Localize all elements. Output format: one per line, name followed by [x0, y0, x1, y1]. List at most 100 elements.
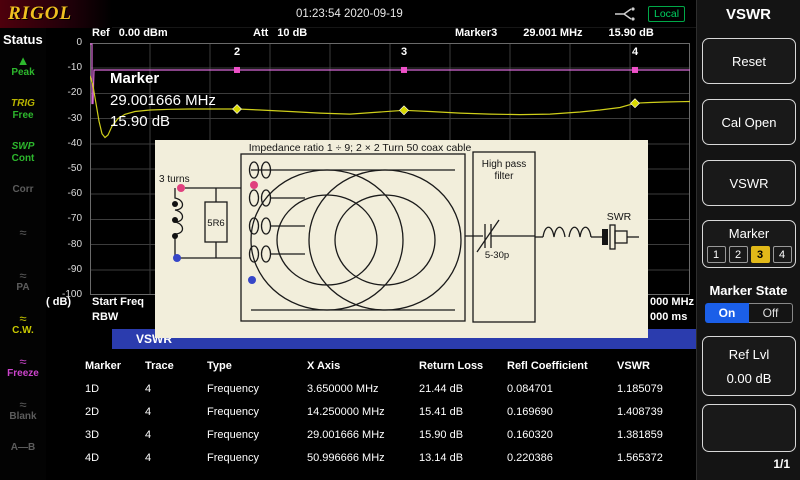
y-axis-tick: -40: [44, 138, 82, 149]
table-header-cell: Marker: [80, 360, 140, 372]
reset-button[interactable]: Reset: [702, 38, 796, 84]
status-label: Free: [12, 110, 33, 122]
status-item-corr: Corr: [0, 184, 46, 196]
ref-lvl-label: Ref Lvl: [729, 347, 769, 362]
status-item-cw: ≈C.W.: [0, 313, 46, 337]
filter-label-2: filter: [495, 171, 515, 182]
status-label: Cont: [12, 153, 35, 165]
rigol-logo: RIGOL: [0, 0, 112, 28]
status-item-freeze: ≈Freeze: [0, 356, 46, 380]
table-row: 4D4Frequency50.996666 MHz13.14 dB0.22038…: [80, 446, 692, 469]
attenuation-readout: Att 10 dB: [253, 27, 307, 39]
table-row: 3D4Frequency29.001666 MHz15.90 dB0.16032…: [80, 423, 692, 446]
table-cell: 4: [140, 429, 202, 441]
table-cell: 50.996666 MHz: [302, 452, 414, 464]
marker-number-options: 1 2 3 4: [707, 246, 792, 263]
marker-info-title: Marker: [110, 70, 216, 87]
marker-info-amp: 15.90 dB: [110, 113, 216, 130]
table-cell: 1.408739: [612, 406, 690, 418]
status-item-swp-cont: SWPCont: [0, 141, 46, 165]
y-axis-tick: 0: [44, 37, 82, 48]
status-label: Freeze: [7, 368, 39, 380]
cal-open-button[interactable]: Cal Open: [702, 99, 796, 145]
marker-readout: Marker3 29.001 MHz 15.90 dB: [455, 27, 654, 39]
local-badge: Local: [648, 6, 685, 22]
y-axis-tick: -30: [44, 113, 82, 124]
ref-value: 0.00 dBm: [119, 27, 168, 39]
connector-pin: [602, 229, 608, 245]
table-cell: 4: [140, 406, 202, 418]
table-header-row: MarkerTraceTypeX AxisReturn LossRefl Coe…: [80, 355, 692, 377]
stop-freq-fragment: 000 MHz: [650, 296, 694, 308]
marker-state-on[interactable]: On: [705, 303, 749, 323]
status-item-blank: ≈Blank: [0, 399, 46, 423]
resistor-label: 5R6: [207, 218, 224, 229]
ref-level-readout: Ref 0.00 dBm: [92, 27, 168, 39]
box-cold-dot: [248, 276, 256, 284]
sweep-time-fragment: 000 ms: [650, 311, 687, 323]
table-cell: 4D: [80, 452, 140, 464]
marker-info-box: Marker 29.001666 MHz 15.90 dB: [110, 70, 216, 134]
table-cell: 0.169690: [502, 406, 612, 418]
blank-icon: ≈: [19, 399, 26, 411]
cap-label: 5-30p: [485, 250, 509, 261]
table-header-cell: X Axis: [302, 360, 414, 372]
table-cell: 14.250000 MHz: [302, 406, 414, 418]
empty-button[interactable]: [702, 404, 796, 452]
table-cell: Frequency: [202, 452, 302, 464]
filter-label-1: High pass: [482, 159, 526, 170]
rigol-logo-text: RIGOL: [8, 3, 72, 25]
table-row: 1D4Frequency3.650000 MHz21.44 dB0.084701…: [80, 377, 692, 400]
schematic-title: Impedance ratio 1 ÷ 9; 2 × 2 Turn 50 coa…: [249, 142, 472, 154]
marker-option-1[interactable]: 1: [707, 246, 726, 263]
meas-trace-marker: [631, 99, 640, 108]
y-axis: 0-10-20-30-40-50-60-70-80-90-100: [44, 43, 86, 303]
table-cell: 21.44 dB: [414, 383, 502, 395]
vswr-button[interactable]: VSWR: [702, 160, 796, 206]
input-cold-dot: [173, 254, 181, 262]
status-label: Peak: [11, 67, 34, 79]
ref-lvl-button[interactable]: Ref Lvl 0.00 dB: [702, 336, 796, 396]
table-cell: 2D: [80, 406, 140, 418]
status-label: SWP: [12, 141, 35, 153]
status-label: Blank: [9, 411, 36, 423]
top-bar: RIGOL 01:23:54 2020-09-19 Local: [0, 0, 696, 28]
table-cell: 0.220386: [502, 452, 612, 464]
marker-option-3[interactable]: 3: [751, 246, 770, 263]
ref-label: Ref: [92, 27, 110, 39]
marker-number-label: 2: [234, 46, 240, 58]
cw-icon: ≈: [19, 313, 26, 325]
status-label: A—B: [11, 442, 35, 454]
start-freq-label: Start Freq: [92, 296, 144, 308]
meas-trace-marker: [400, 106, 409, 115]
softkey-menu: VSWR Reset Cal Open VSWR Marker 1 2 3 4 …: [696, 0, 800, 480]
marker-state-off[interactable]: Off: [749, 303, 793, 323]
y-axis-unit: ( dB): [46, 296, 71, 308]
status-panel-title: Status: [3, 32, 43, 47]
menu-title: VSWR: [697, 6, 800, 23]
analyzer-screen: RIGOL 01:23:54 2020-09-19 Local Status ▲…: [0, 0, 800, 480]
table-header-cell: Trace: [140, 360, 202, 372]
y-axis-tick: -90: [44, 264, 82, 275]
table-cell: 1.565372: [612, 452, 690, 464]
table-cell: 3D: [80, 429, 140, 441]
schematic-overlay: Impedance ratio 1 ÷ 9; 2 × 2 Turn 50 coa…: [155, 140, 648, 338]
table-cell: 1.185079: [612, 383, 690, 395]
reset-button-label: Reset: [732, 54, 766, 69]
marker-number-label: 4: [632, 46, 639, 58]
status-panel: Status ▲PeakTRIGFreeSWPContCorr≈≈PA≈C.W.…: [0, 28, 46, 480]
turns-label: 3 turns: [159, 174, 190, 185]
ref-trace-marker: [234, 67, 240, 73]
att-label: Att: [253, 27, 268, 39]
table-cell: Frequency: [202, 429, 302, 441]
marker-option-4[interactable]: 4: [773, 246, 792, 263]
vswr-button-label: VSWR: [730, 176, 769, 191]
marker-button[interactable]: Marker 1 2 3 4: [702, 220, 796, 268]
marker-option-2[interactable]: 2: [729, 246, 748, 263]
y-axis-tick: -20: [44, 87, 82, 98]
meas-trace-marker: [233, 105, 242, 114]
marker-readout-amp: 15.90 dB: [609, 27, 654, 39]
page-indicator: 1/1: [773, 457, 790, 471]
ref-trace-marker: [401, 67, 407, 73]
table-row: 2D4Frequency14.250000 MHz15.41 dB0.16969…: [80, 400, 692, 423]
